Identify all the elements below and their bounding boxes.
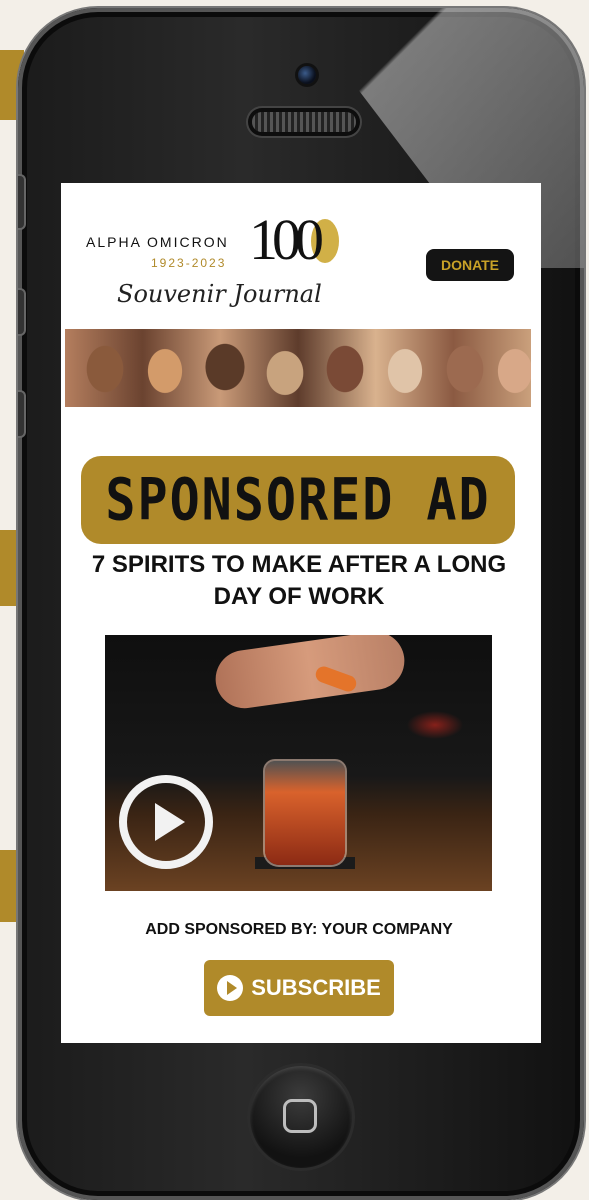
video-hand xyxy=(211,635,409,712)
subscribe-label: SUBSCRIBE xyxy=(251,975,381,1000)
phone-frame: ALPHA OMICRON 1923-2023 100 Souvenir Jou… xyxy=(18,8,584,1200)
phone-screen: ALPHA OMICRON 1923-2023 100 Souvenir Jou… xyxy=(61,183,541,1043)
background-gold-stripe-2 xyxy=(0,530,20,606)
home-button[interactable] xyxy=(250,1066,352,1168)
ad-video[interactable] xyxy=(105,635,492,891)
earpiece-speaker xyxy=(252,112,356,132)
logo-years: 1923-2023 xyxy=(151,256,227,270)
sponsor-credit: ADD SPONSORED BY: YOUR COMPANY xyxy=(145,921,453,938)
donate-button[interactable]: DONATE xyxy=(426,249,514,281)
banner-image xyxy=(65,329,531,407)
background-gold-stripe-3 xyxy=(0,850,20,922)
side-button-volume-up xyxy=(18,290,24,334)
logo-org-name: ALPHA OMICRON xyxy=(86,234,229,250)
ad-headline: 7 SPIRITS TO MAKE AFTER A LONG DAY OF WO… xyxy=(91,551,507,610)
sponsored-ad-title: SPONSORED AD xyxy=(105,466,491,534)
sponsored-ad-badge: SPONSORED AD xyxy=(81,456,515,544)
play-icon[interactable] xyxy=(119,775,213,869)
logo-subtitle: Souvenir Journal xyxy=(117,280,322,308)
logo-anniversary-number: 100 xyxy=(249,207,324,272)
side-button-mute xyxy=(18,176,24,228)
journal-header: ALPHA OMICRON 1923-2023 100 Souvenir Jou… xyxy=(61,183,541,323)
play-triangle xyxy=(155,803,185,841)
home-button-icon xyxy=(283,1099,317,1133)
front-camera-icon xyxy=(298,66,316,84)
video-cocktail-glass xyxy=(265,761,345,865)
subscribe-play-icon xyxy=(217,975,244,1001)
subscribe-button[interactable]: SUBSCRIBE xyxy=(204,960,394,1016)
side-button-volume-down xyxy=(18,392,24,436)
